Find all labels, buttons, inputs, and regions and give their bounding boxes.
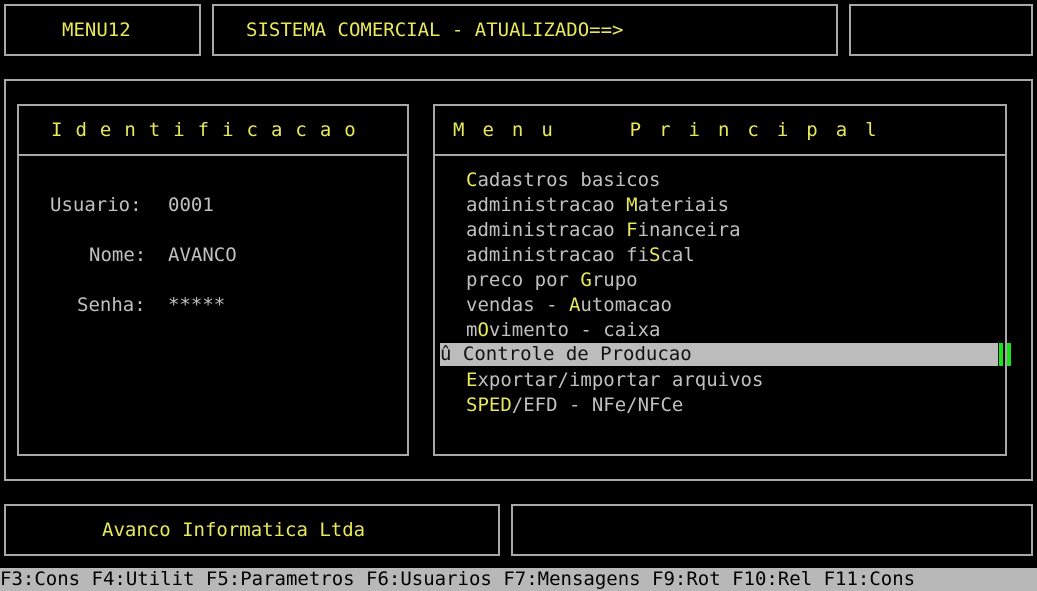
hotkey: G [580,269,592,291]
hotkey: O [477,319,489,341]
identification-header: Identificacao [51,119,369,141]
identification-panel [17,104,409,456]
menu-item-label: preco por [466,269,581,291]
menu-item-producao-selected[interactable]: û Controle de Producao [440,343,998,366]
menu-item-label: vimento - caixa [488,319,661,341]
senha-value[interactable]: ***** [168,294,225,316]
hotkey: M [626,194,638,216]
hotkey: S [649,244,661,266]
menu-item-label: administracao fi [466,244,650,266]
menu-item-materiais[interactable]: administracao Materiais [466,194,729,216]
menu-item-label: administracao [466,219,627,241]
hotkey: F [626,219,638,241]
menu-item-caixa[interactable]: mOvimento - caixa [466,319,661,341]
menu-item-exportar[interactable]: Exportar/importar arquivos [466,369,763,391]
menu-item-automacao[interactable]: vendas - Automacao [466,294,672,316]
footer-right-box [511,504,1033,556]
menu-item-label: /EFD - NFe/NFCe [511,394,684,416]
hotkey: C [466,169,478,191]
menu-header: Menu Principal [453,119,895,141]
senha-label: Senha: [77,294,146,316]
menu-item-label: rupo [591,269,638,291]
hotkey: SPED [466,394,512,416]
system-title: SISTEMA COMERCIAL - ATUALIZADO==> [246,19,624,41]
menu-item-label: utomacao [580,294,672,316]
menu-item-fiscal[interactable]: administracao fiScal [466,244,695,266]
nome-label: Nome: [89,244,147,266]
top-right-box [849,4,1033,56]
menu-item-label: m [466,319,478,341]
hotkey: E [466,369,478,391]
menu-item-label: xportar/importar arquivos [477,369,764,391]
menu-item-label: adastros basicos [477,169,661,191]
usuario-value[interactable]: 0001 [168,194,214,216]
menu-item-label: ateriais [637,194,730,216]
menu-item-label: administracao [466,194,627,216]
function-key-bar[interactable]: F3:Cons F4:Utilit F5:Parametros F6:Usuar… [0,568,1037,591]
hotkey: A [568,294,581,316]
usuario-label: Usuario: [50,194,142,216]
menu-item-label: cal [660,244,695,266]
menu-item-sped[interactable]: SPED/EFD - NFe/NFCe [466,394,683,416]
menu-item-grupo[interactable]: preco por Grupo [466,269,638,291]
nome-value[interactable]: AVANCO [168,244,237,266]
menu-header-divider [433,154,1007,156]
menu-item-cadastros[interactable]: Cadastros basicos [466,169,660,191]
menu-code: MENU12 [62,19,131,41]
menu-item-label: Controle de Producao [462,343,692,365]
company-name: Avanco Informatica Ltda [102,519,366,541]
text-cursor [1007,343,1011,366]
text-cursor [999,343,1003,366]
selection-marker: û [440,343,452,365]
identification-header-divider [17,154,409,156]
menu-item-financeira[interactable]: administracao Financeira [466,219,741,241]
menu-item-label: inanceira [637,219,741,241]
menu-item-label: vendas - [466,294,569,316]
